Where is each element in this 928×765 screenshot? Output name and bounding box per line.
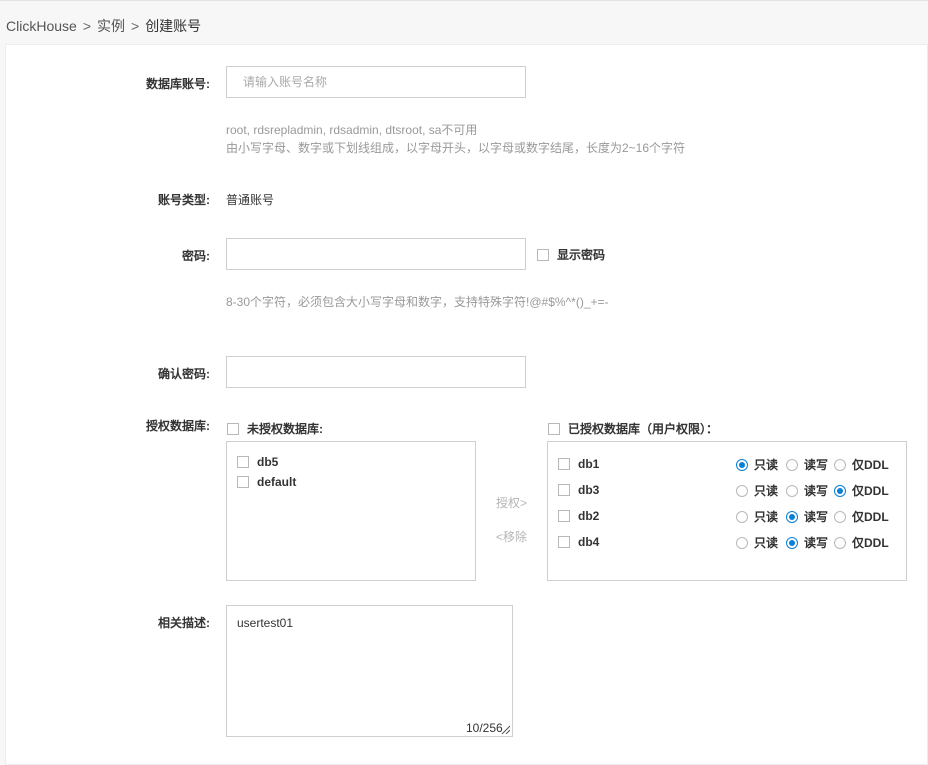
db-checkbox[interactable]: [558, 458, 570, 470]
db-checkbox[interactable]: [237, 456, 249, 468]
confirm-password-label: 确认密码:: [158, 367, 210, 381]
permission-option[interactable]: 仅DDL: [834, 534, 889, 551]
account-type-label: 账号类型:: [158, 193, 210, 207]
password-label: 密码:: [182, 249, 210, 263]
db-name: db4: [578, 535, 600, 549]
grant-button[interactable]: 授权>: [496, 494, 527, 511]
permission-radio[interactable]: [736, 458, 748, 471]
permission-option[interactable]: 仅DDL: [834, 508, 889, 525]
breadcrumb-instance[interactable]: 实例: [97, 18, 125, 34]
permission-option[interactable]: 读写: [786, 534, 828, 551]
authorized-db-row[interactable]: db3: [558, 483, 599, 497]
breadcrumb-current: 创建账号: [145, 18, 202, 34]
permission-label: 只读: [754, 458, 779, 472]
breadcrumb-root[interactable]: ClickHouse: [6, 18, 77, 34]
permission-option[interactable]: 读写: [786, 482, 828, 499]
show-password-toggle[interactable]: 显示密码: [537, 246, 605, 263]
permission-label: 仅DDL: [852, 484, 889, 498]
list-item[interactable]: db5: [237, 455, 278, 469]
account-hint-reserved: root, rdsrepladmin, rdsadmin, dtsroot, s…: [226, 123, 478, 137]
permission-label: 读写: [804, 536, 829, 550]
permission-label: 只读: [754, 510, 779, 524]
show-password-label: 显示密码: [557, 248, 606, 262]
unauthorized-header: 未授权数据库:: [247, 422, 323, 436]
authorized-db-row[interactable]: db4: [558, 535, 599, 549]
breadcrumb-separator: >: [82, 18, 91, 34]
permission-radio[interactable]: [834, 510, 846, 523]
list-item[interactable]: default: [237, 475, 296, 489]
description-label: 相关描述:: [158, 616, 210, 630]
unauthorized-select-all[interactable]: 未授权数据库:: [227, 420, 323, 437]
account-hint-format: 由小写字母、数字或下划线组成，以字母开头，以字母或数字结尾，长度为2~16个字符: [226, 141, 686, 155]
permission-option[interactable]: 仅DDL: [834, 482, 889, 499]
permission-radio[interactable]: [736, 484, 748, 497]
description-char-counter: 10/256: [466, 721, 503, 735]
permission-option[interactable]: 只读: [736, 456, 778, 473]
permission-label: 只读: [754, 536, 779, 550]
confirm-password-input[interactable]: [226, 356, 526, 388]
db-name: db1: [578, 457, 600, 471]
authorized-db-row[interactable]: db1: [558, 457, 599, 471]
permission-option[interactable]: 只读: [736, 534, 778, 551]
permission-option[interactable]: 只读: [736, 508, 778, 525]
breadcrumb: ClickHouse > 实例 > 创建账号: [6, 16, 201, 36]
permission-radio[interactable]: [736, 536, 748, 549]
permission-radio[interactable]: [786, 536, 798, 549]
permission-radio[interactable]: [834, 536, 846, 549]
permission-option[interactable]: 读写: [786, 456, 828, 473]
permission-label: 仅DDL: [852, 458, 889, 472]
permission-radio[interactable]: [786, 458, 798, 471]
db-name: db5: [257, 455, 279, 469]
db-checkbox[interactable]: [558, 484, 570, 496]
show-password-checkbox[interactable]: [537, 248, 549, 261]
db-checkbox[interactable]: [237, 476, 249, 488]
permission-radio[interactable]: [786, 510, 798, 523]
authorized-db-row[interactable]: db2: [558, 509, 599, 523]
top-divider: [0, 0, 928, 1]
unauthorized-select-all-checkbox[interactable]: [227, 422, 239, 435]
permission-label: 读写: [804, 458, 829, 472]
permission-radio[interactable]: [736, 510, 748, 523]
permission-option[interactable]: 只读: [736, 482, 778, 499]
unauthorized-list[interactable]: db5 default: [226, 441, 476, 581]
description-textarea[interactable]: usertest01: [226, 605, 513, 737]
permission-label: 读写: [804, 484, 829, 498]
authorized-select-all-checkbox[interactable]: [548, 422, 560, 435]
account-name-input[interactable]: [226, 66, 526, 98]
permission-label: 仅DDL: [852, 536, 889, 550]
permission-option[interactable]: 仅DDL: [834, 456, 889, 473]
authorize-database-label: 授权数据库:: [146, 419, 210, 433]
db-name: default: [257, 475, 297, 489]
remove-button[interactable]: <移除: [496, 528, 527, 545]
permission-label: 仅DDL: [852, 510, 889, 524]
account-type-value: 普通账号: [226, 193, 275, 207]
db-name: db2: [578, 509, 600, 523]
authorized-list[interactable]: db1 只读 读写 仅DDL db3 只读 读写 仅DDL db2 只读 读写 仅DDL db4 只读 读写…: [547, 441, 907, 581]
password-input[interactable]: [226, 238, 526, 270]
permission-radio[interactable]: [834, 458, 846, 471]
db-name: db3: [578, 483, 600, 497]
permission-radio[interactable]: [786, 484, 798, 497]
authorized-select-all[interactable]: 已授权数据库（用户权限）：: [548, 420, 718, 437]
db-checkbox[interactable]: [558, 510, 570, 522]
permission-label: 读写: [804, 510, 829, 524]
breadcrumb-separator: >: [131, 18, 140, 34]
db-checkbox[interactable]: [558, 536, 570, 548]
authorized-header: 已授权数据库（用户权限）：: [568, 422, 719, 436]
account-name-label: 数据库账号:: [146, 77, 210, 91]
resize-grip-icon[interactable]: [500, 724, 510, 734]
permission-radio[interactable]: [834, 484, 846, 497]
permission-label: 只读: [754, 484, 779, 498]
permission-option[interactable]: 读写: [786, 508, 828, 525]
password-hint: 8-30个字符，必须包含大小写字母和数字，支持特殊字符!@#$%^*()_+=-: [226, 295, 609, 309]
